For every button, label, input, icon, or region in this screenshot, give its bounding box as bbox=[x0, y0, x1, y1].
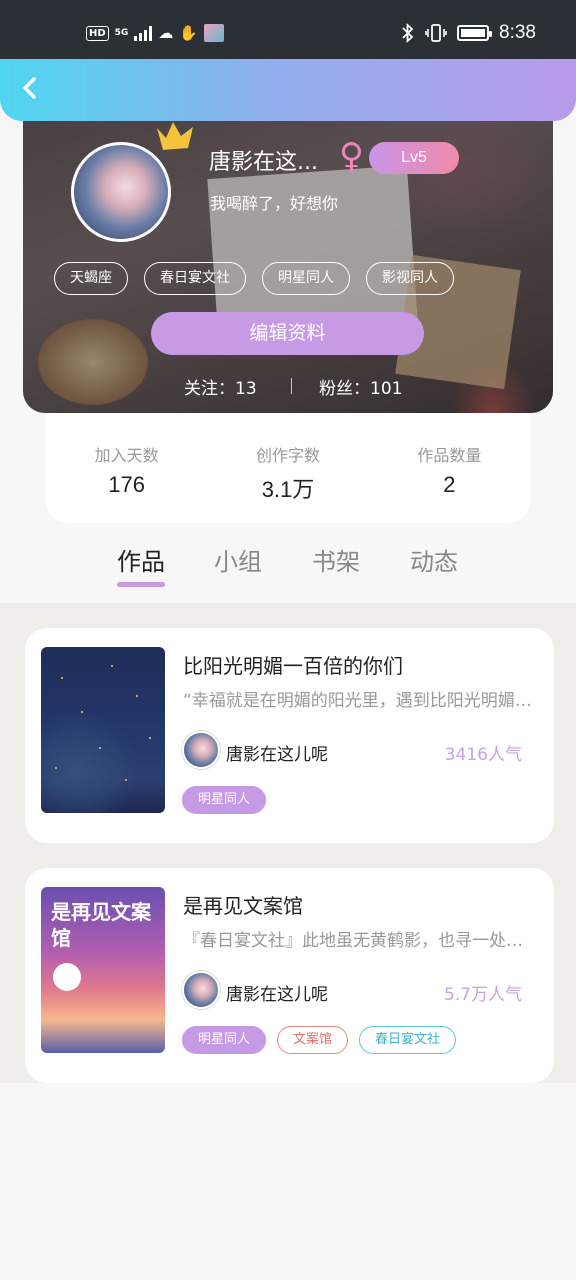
work-description: 『春日宴文社』此地虽无黄鹤影，也寻一处文案馆 bbox=[183, 931, 535, 951]
edit-profile-button[interactable]: 编辑资料 bbox=[151, 312, 424, 355]
following-count[interactable]: 关注：13 bbox=[184, 374, 257, 399]
author-avatar[interactable] bbox=[182, 731, 220, 769]
signal-label: 5G bbox=[114, 28, 129, 38]
author-name[interactable]: 唐影在这儿呢 bbox=[226, 740, 328, 765]
work-title[interactable]: 是再见文案馆 bbox=[183, 890, 303, 919]
stat-value: 2 bbox=[443, 472, 456, 497]
stats-panel: 加入天数 176 创作字数 3.1万 作品数量 2 bbox=[46, 410, 530, 523]
author-avatar[interactable] bbox=[182, 971, 220, 1009]
profile-tag[interactable]: 春日宴文社 bbox=[144, 262, 246, 295]
tab-indicator bbox=[117, 582, 165, 587]
work-description: “幸福就是在明媚的阳光里，遇到比阳光明媚一百倍的你们” bbox=[183, 691, 535, 711]
work-card[interactable]: 是再见文案馆 是再见文案馆 『春日宴文社』此地虽无黄鹤影，也寻一处文案馆 唐影在… bbox=[25, 868, 554, 1083]
profile-tag[interactable]: 明星同人 bbox=[262, 262, 350, 295]
work-tag[interactable]: 明星同人 bbox=[182, 786, 267, 814]
profile-bio: 我喝醉了，好想你 bbox=[210, 194, 339, 213]
work-tag[interactable]: 明星同人 bbox=[182, 1026, 267, 1054]
level-badge: Lv5 bbox=[369, 142, 459, 174]
app-thumbnail-icon bbox=[204, 24, 225, 42]
moon-icon bbox=[53, 963, 81, 991]
female-icon: ♀ bbox=[339, 136, 364, 176]
clock: 8:38 bbox=[499, 22, 536, 43]
divider bbox=[291, 378, 292, 394]
tab-bookshelf[interactable]: 书架 bbox=[312, 542, 360, 577]
back-button[interactable] bbox=[18, 73, 50, 105]
stat-works-count: 作品数量 2 bbox=[369, 442, 530, 523]
stat-value: 176 bbox=[108, 472, 146, 497]
battery-icon bbox=[457, 25, 493, 41]
popularity: 3416人气 bbox=[444, 745, 522, 765]
chevron-left-icon bbox=[23, 77, 36, 99]
work-tag[interactable]: 文案馆 bbox=[277, 1026, 349, 1054]
status-right: 8:38 bbox=[401, 22, 536, 44]
author-name[interactable]: 唐影在这儿呢 bbox=[226, 980, 328, 1005]
status-left: HD 5G ☁ ✋ bbox=[86, 24, 225, 42]
work-cover[interactable] bbox=[41, 647, 165, 813]
cloud-icon: ☁ bbox=[158, 24, 174, 42]
avatar[interactable] bbox=[71, 142, 171, 242]
profile-name: 唐影在这... bbox=[209, 150, 318, 175]
stat-label: 加入天数 bbox=[94, 446, 159, 465]
work-tag[interactable]: 春日宴文社 bbox=[359, 1026, 457, 1054]
bluetooth-icon bbox=[402, 23, 414, 43]
signal-icon bbox=[134, 25, 153, 41]
tab-works[interactable]: 作品 bbox=[117, 542, 165, 577]
works-list: 比阳光明媚一百倍的你们 “幸福就是在明媚的阳光里，遇到比阳光明媚一百倍的你们” … bbox=[0, 603, 576, 1083]
tab-groups[interactable]: 小组 bbox=[214, 542, 262, 577]
cover-title: 是再见文案馆 bbox=[51, 900, 151, 950]
stat-value: 3.1万 bbox=[261, 477, 315, 502]
top-header bbox=[0, 59, 576, 121]
followers-count[interactable]: 粉丝：101 bbox=[319, 374, 402, 399]
tab-activity[interactable]: 动态 bbox=[410, 542, 458, 577]
work-tags: 明星同人 文案馆 春日宴文社 bbox=[182, 1026, 457, 1054]
tab-bar: 作品 小组 书架 动态 bbox=[0, 530, 576, 603]
stat-word-count: 创作字数 3.1万 bbox=[207, 442, 368, 523]
stat-join-days: 加入天数 176 bbox=[46, 442, 207, 523]
stat-label: 创作字数 bbox=[255, 446, 320, 465]
crown-icon bbox=[157, 122, 193, 150]
stat-label: 作品数量 bbox=[417, 446, 482, 465]
profile-tag[interactable]: 天蝎座 bbox=[54, 262, 128, 295]
hd-icon: HD bbox=[86, 25, 109, 41]
work-tags: 明星同人 bbox=[182, 786, 267, 814]
hand-icon: ✋ bbox=[179, 24, 199, 42]
status-bar: HD 5G ☁ ✋ 8:38 bbox=[0, 0, 576, 62]
work-card[interactable]: 比阳光明媚一百倍的你们 “幸福就是在明媚的阳光里，遇到比阳光明媚一百倍的你们” … bbox=[25, 628, 554, 843]
profile-tags: 天蝎座 春日宴文社 明星同人 影视同人 bbox=[54, 262, 454, 295]
profile-card: 唐影在这... ♀ Lv5 我喝醉了，好想你 天蝎座 春日宴文社 明星同人 影视… bbox=[23, 112, 553, 413]
popularity: 5.7万人气 bbox=[443, 985, 522, 1005]
work-cover[interactable]: 是再见文案馆 bbox=[41, 887, 165, 1053]
profile-tag[interactable]: 影视同人 bbox=[366, 262, 454, 295]
work-title[interactable]: 比阳光明媚一百倍的你们 bbox=[183, 650, 403, 679]
vibrate-icon bbox=[425, 24, 447, 42]
